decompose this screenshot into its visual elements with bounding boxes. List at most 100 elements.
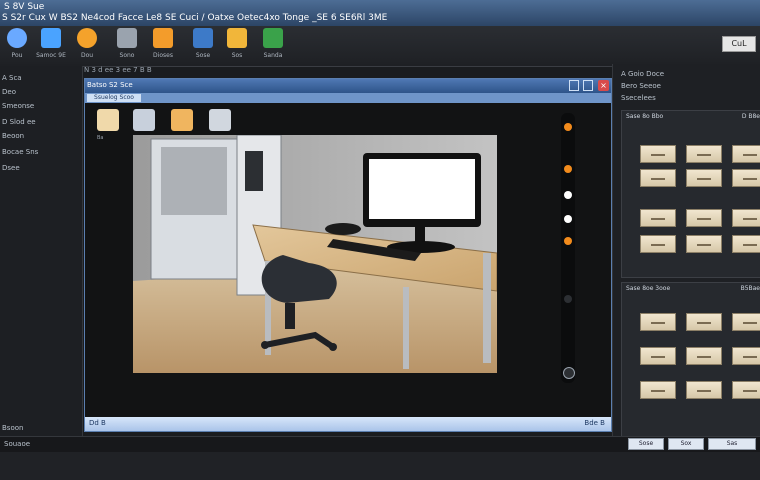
asset-panel-title: Sase 8oe 3ooe: [626, 285, 671, 292]
toolbar-button-3[interactable]: Dou: [72, 28, 102, 64]
slider-knob-7[interactable]: [563, 367, 575, 379]
left-panel-item[interactable]: A Sca: [2, 74, 22, 82]
toolbar-label: Sanda: [263, 52, 283, 59]
left-panel-item[interactable]: Dsee: [2, 164, 20, 172]
drawer-tile[interactable]: [640, 209, 676, 227]
drawer-tile[interactable]: [732, 235, 760, 253]
bottom-area: [0, 452, 760, 480]
drawer-tile[interactable]: [640, 235, 676, 253]
left-panel-item[interactable]: Deo: [2, 88, 16, 96]
camera-icon[interactable]: [133, 109, 155, 131]
toolbar-button-8[interactable]: Sanda: [258, 28, 288, 64]
right-panel: A Goio Doce Bero Seeoe Ssecelees Sase 8o…: [612, 64, 760, 438]
viewer-window: Batso S2 Sce × Ssuelog Scoo Ba Dd B Bde …: [84, 78, 612, 432]
status-cell[interactable]: Sose: [628, 438, 664, 450]
status-cell[interactable]: Sox: [668, 438, 704, 450]
globe-icon: [7, 28, 27, 48]
toolbar-label: Sos: [231, 52, 243, 59]
viewer-titlebar: Batso S2 Sce ×: [85, 79, 611, 93]
title-bar: S 8V Sue S S2r Cux W BS2 Ne4cod Facce Le…: [0, 0, 760, 26]
drawer-tile[interactable]: [686, 209, 722, 227]
drawer-tile[interactable]: [640, 313, 676, 331]
printer-icon: [117, 28, 137, 48]
slider-knob-6[interactable]: [564, 295, 572, 303]
drawer-tile[interactable]: [686, 313, 722, 331]
pencil-icon[interactable]: [171, 109, 193, 131]
asset-panel-title-2: D B8e: [741, 113, 760, 120]
left-panel: A Sca Deo Smeonse D Slod ee Beoon Bocae …: [0, 66, 83, 436]
drawer-tile[interactable]: [640, 145, 676, 163]
drawer-tile[interactable]: [640, 347, 676, 365]
brush-icon[interactable]: [209, 109, 231, 131]
toolbar-label: Pou: [11, 52, 23, 59]
drawer-tile[interactable]: [732, 313, 760, 331]
right-panel-item[interactable]: Bero Seeoe: [621, 82, 661, 90]
toolbar-label: Dioses: [153, 52, 173, 59]
slider-knob-5[interactable]: [564, 237, 572, 245]
toolbar-button-6[interactable]: Sose: [188, 28, 218, 64]
screen-icon: [263, 28, 283, 48]
drawer-tile[interactable]: [686, 381, 722, 399]
slider-knob-2[interactable]: [564, 165, 572, 173]
viewer-bottom-right: Bde B: [584, 419, 605, 427]
left-panel-item[interactable]: Bocae Sns: [2, 148, 38, 156]
drawer-tile[interactable]: [686, 235, 722, 253]
drawer-tile[interactable]: [686, 347, 722, 365]
drawer-tile[interactable]: [732, 209, 760, 227]
left-panel-item[interactable]: Smeonse: [2, 102, 34, 110]
right-panel-item[interactable]: A Goio Doce: [621, 70, 664, 78]
office-scene-image: [133, 135, 497, 373]
asset-panel-2: Sase 8oe 3ooe B5Bae: [621, 282, 760, 438]
asset-panel-title-2: B5Bae: [740, 285, 760, 292]
app-window: S 8V Sue S S2r Cux W BS2 Ne4cod Facce Le…: [0, 0, 760, 480]
toolbar-right-button[interactable]: CuL: [722, 36, 756, 52]
chart-icon: [153, 28, 173, 48]
minimize-icon[interactable]: [569, 80, 579, 91]
drawer-tile[interactable]: [640, 169, 676, 187]
status-left: Souaoe: [4, 440, 31, 448]
tool-caption: Ba: [97, 135, 104, 141]
slider-knob-4[interactable]: [564, 215, 572, 223]
toolbar-button-7[interactable]: Sos: [222, 28, 252, 64]
picture-icon: [41, 28, 61, 48]
asset-panel-1: Sase 8o Bbo D B8e: [621, 110, 760, 278]
drawer-tile[interactable]: [732, 347, 760, 365]
close-icon[interactable]: ×: [598, 80, 609, 91]
image-viewport[interactable]: [133, 135, 497, 373]
right-panel-item[interactable]: Ssecelees: [621, 94, 656, 102]
toolbar-button-4[interactable]: Sono: [112, 28, 142, 64]
toolbar-button-5[interactable]: Dioses: [148, 28, 178, 64]
drawer-tile[interactable]: [686, 145, 722, 163]
toolbar-button-1[interactable]: Pou: [2, 28, 32, 64]
slider-knob-3[interactable]: [564, 191, 572, 199]
status-cell[interactable]: Sas: [708, 438, 756, 450]
left-panel-item[interactable]: D Slod ee: [2, 118, 36, 126]
viewer-tabs: Ssuelog Scoo: [85, 93, 611, 103]
left-panel-footer: Bsoon: [2, 424, 24, 432]
subbar: N 3 d ee 3 ee 7 B B: [84, 66, 152, 74]
drawer-tile[interactable]: [686, 169, 722, 187]
viewer-bottom-left: Dd B: [89, 419, 106, 427]
window-title: S 8V Sue: [4, 2, 45, 12]
menu-bar[interactable]: S S2r Cux W BS2 Ne4cod Facce Le8 SE Cuci…: [2, 13, 387, 23]
gear-icon: [193, 28, 213, 48]
folder-icon: [227, 28, 247, 48]
toolbar-button-2[interactable]: Samoc 9E: [36, 28, 66, 64]
asset-panel-title: Sase 8o Bbo: [626, 113, 664, 120]
drawer-tile[interactable]: [640, 381, 676, 399]
drawer-tile[interactable]: [732, 145, 760, 163]
main-toolbar: Pou Samoc 9E Dou Sono Dioses Sose Sos Sa…: [0, 26, 760, 67]
document-icon[interactable]: [97, 109, 119, 131]
status-bar: Souaoe Sose Sox Sas: [0, 436, 760, 453]
viewer-title: Batso S2 Sce: [87, 81, 133, 89]
toolbar-label: Dou: [80, 52, 94, 59]
drawer-tile[interactable]: [732, 381, 760, 399]
zoom-slider[interactable]: [561, 113, 575, 383]
toolbar-label: Sono: [119, 52, 135, 59]
left-panel-item[interactable]: Beoon: [2, 132, 24, 140]
drawer-tile[interactable]: [732, 169, 760, 187]
viewer-tab[interactable]: Ssuelog Scoo: [87, 94, 141, 102]
toolbar-label: Samoc 9E: [36, 52, 66, 59]
slider-knob-1[interactable]: [564, 123, 572, 131]
maximize-icon[interactable]: [583, 80, 593, 91]
